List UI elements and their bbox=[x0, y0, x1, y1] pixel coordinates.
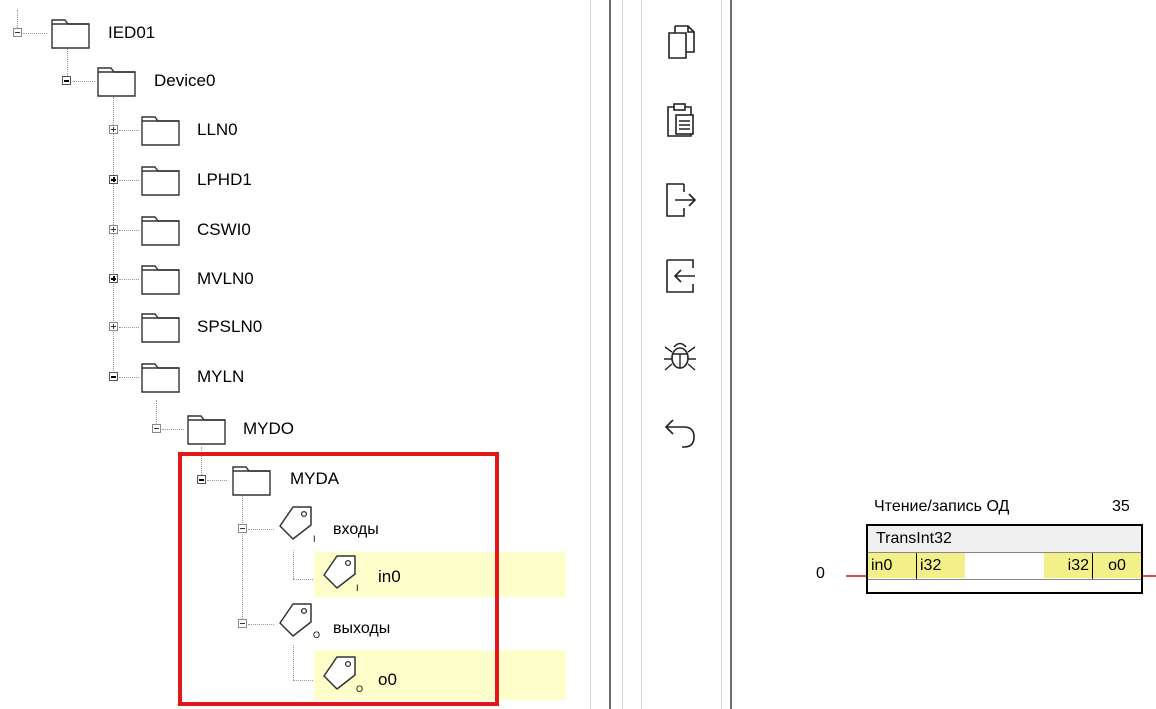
tree-node-label: MYDO bbox=[243, 419, 294, 438]
block-pins-row: in0 i32 i32 o0 bbox=[868, 553, 1141, 580]
selection-frame bbox=[178, 452, 499, 706]
splitter-line bbox=[730, 0, 732, 709]
input-value: 0 bbox=[816, 565, 825, 582]
expand-icon[interactable] bbox=[109, 225, 118, 234]
tree-connector bbox=[113, 97, 114, 379]
block-body[interactable]: TransInt32 in0 i32 i32 o0 bbox=[866, 524, 1143, 594]
folder-icon bbox=[97, 67, 136, 97]
tree-connector bbox=[23, 33, 47, 34]
tree-node-label: SPSLN0 bbox=[197, 317, 263, 336]
output-type: i32 bbox=[1044, 553, 1092, 578]
folder-icon bbox=[51, 19, 90, 49]
tree-node-label: Device0 bbox=[154, 71, 216, 90]
collapse-icon[interactable] bbox=[13, 28, 22, 37]
tree-connector bbox=[119, 327, 139, 328]
input-pin[interactable]: in0 bbox=[868, 553, 916, 578]
splitter-edge bbox=[721, 0, 722, 709]
tree-node-label: LPHD1 bbox=[197, 170, 252, 189]
expand-icon[interactable] bbox=[109, 175, 118, 184]
expand-icon[interactable] bbox=[109, 274, 118, 283]
expand-icon[interactable] bbox=[109, 125, 118, 134]
folder-icon bbox=[141, 166, 180, 196]
folder-icon bbox=[141, 116, 180, 146]
copy-icon[interactable] bbox=[662, 24, 698, 60]
paste-icon[interactable] bbox=[662, 102, 698, 138]
import-icon[interactable] bbox=[662, 258, 698, 294]
tree-connector bbox=[119, 230, 139, 231]
tree-connector bbox=[67, 45, 68, 80]
input-wire bbox=[846, 575, 866, 577]
block-number: 35 bbox=[1112, 498, 1130, 515]
tree-node-label: CSWI0 bbox=[197, 220, 251, 239]
tree-node-label: MVLN0 bbox=[197, 269, 254, 288]
export-icon[interactable] bbox=[662, 182, 698, 218]
tree-connector bbox=[119, 279, 139, 280]
collapse-icon[interactable] bbox=[152, 424, 161, 433]
splitter-line bbox=[609, 0, 611, 709]
tree-node-label: LLN0 bbox=[197, 120, 238, 139]
collapse-icon[interactable] bbox=[62, 76, 71, 85]
splitter-edge bbox=[622, 0, 623, 709]
folder-icon bbox=[141, 313, 180, 343]
folder-icon bbox=[141, 265, 180, 295]
splitter-edge bbox=[641, 0, 642, 709]
tree-connector bbox=[119, 180, 139, 181]
input-type: i32 bbox=[917, 553, 965, 578]
splitter-edge bbox=[590, 0, 591, 709]
tree-connector bbox=[73, 81, 95, 82]
folder-icon bbox=[187, 415, 226, 445]
tree-connector bbox=[162, 429, 184, 430]
folder-icon bbox=[141, 363, 180, 393]
tree-connector bbox=[119, 130, 139, 131]
block-title: Чтение/запись ОД bbox=[874, 498, 1010, 515]
output-pin[interactable]: o0 bbox=[1093, 553, 1141, 578]
project-tree: IED01 Device0 LLN0 LPHD1 CSWI0 MVLN0 SPS… bbox=[0, 0, 590, 709]
block-name: TransInt32 bbox=[868, 526, 1141, 553]
folder-icon bbox=[141, 216, 180, 246]
tree-node-label: MYLN bbox=[197, 367, 245, 386]
tree-node-label: IED01 bbox=[108, 23, 156, 42]
output-wire bbox=[1143, 575, 1156, 577]
bug-icon[interactable] bbox=[662, 337, 698, 373]
tree-connector bbox=[119, 377, 139, 378]
collapse-icon[interactable] bbox=[109, 372, 118, 381]
expand-icon[interactable] bbox=[109, 322, 118, 331]
undo-icon[interactable] bbox=[662, 414, 698, 450]
